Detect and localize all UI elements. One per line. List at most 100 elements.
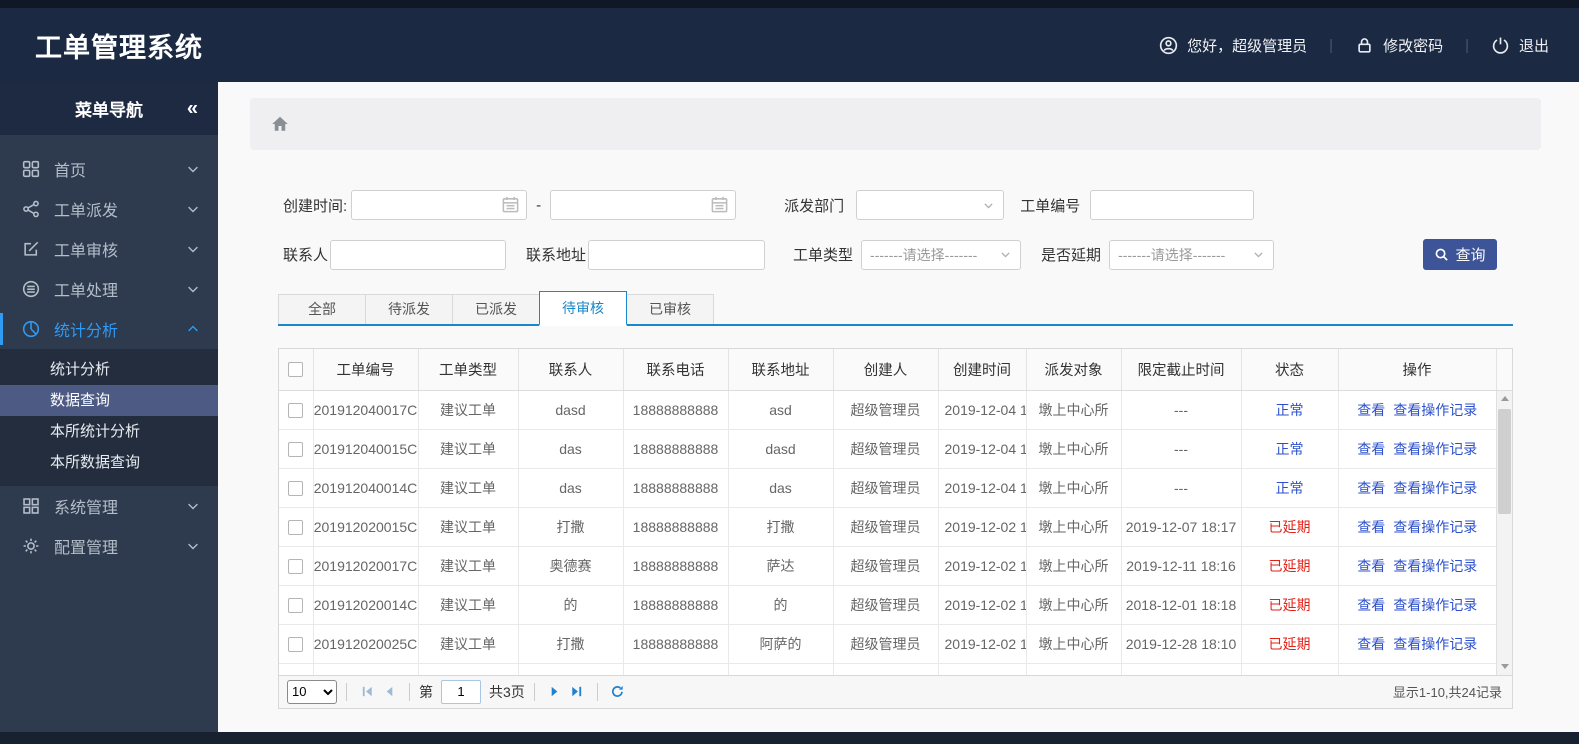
- sidebar-collapse-icon[interactable]: «: [187, 97, 198, 120]
- calendar-icon[interactable]: [710, 195, 729, 214]
- gear-icon: [22, 537, 40, 555]
- col-header: 联系电话: [623, 349, 729, 391]
- header-actions: 您好，超级管理员 | 修改密码 | 退出: [1159, 35, 1549, 56]
- row-checkbox[interactable]: [288, 481, 304, 497]
- view-log-link[interactable]: 查看操作记录: [1393, 597, 1477, 613]
- row-checkbox[interactable]: [288, 598, 304, 614]
- edit-icon: [22, 240, 40, 258]
- sidebar-item-label: 配置管理: [54, 540, 119, 557]
- create-time-end-input[interactable]: [550, 190, 737, 220]
- query-button-label: 查询: [1455, 247, 1486, 264]
- view-link[interactable]: 查看: [1357, 441, 1385, 457]
- select-all-checkbox[interactable]: [288, 361, 304, 377]
- record-summary: 显示1-10,共24记录: [1392, 685, 1502, 700]
- chevron-down-icon: [1252, 248, 1265, 261]
- order-type-select[interactable]: -------请选择-------: [861, 239, 1022, 270]
- first-page-button[interactable]: [356, 681, 378, 703]
- sidebar-item-label: 工单审核: [54, 243, 119, 260]
- view-link[interactable]: 查看: [1357, 636, 1385, 652]
- view-link[interactable]: 查看: [1357, 519, 1385, 535]
- app-title: 工单管理系统: [35, 32, 203, 63]
- order-type-value: -------请选择-------: [870, 246, 978, 263]
- scrollbar-thumb[interactable]: [1498, 408, 1511, 514]
- sidebar-item-statistics[interactable]: 统计分析: [0, 309, 218, 349]
- view-log-link[interactable]: 查看操作记录: [1393, 519, 1477, 535]
- status-badge: 已延期: [1241, 624, 1339, 664]
- dispatch-dept-select[interactable]: [856, 190, 1005, 220]
- user-greeting[interactable]: 您好，超级管理员: [1159, 35, 1307, 56]
- view-log-link[interactable]: 查看操作记录: [1393, 441, 1477, 457]
- next-page-button[interactable]: [544, 681, 566, 703]
- view-log-link[interactable]: 查看操作记录: [1393, 558, 1477, 574]
- sidebar-item-system[interactable]: 系统管理: [0, 486, 218, 526]
- view-log-link[interactable]: 查看操作记录: [1393, 402, 1477, 418]
- home-icon[interactable]: [270, 114, 290, 134]
- cell-order-id: 201912020015C: [313, 507, 419, 547]
- row-checkbox[interactable]: [288, 637, 304, 653]
- create-time-label: 创建时间:: [283, 197, 348, 215]
- tab-dispatched[interactable]: 已派发: [452, 294, 540, 324]
- query-button[interactable]: 查询: [1423, 239, 1497, 270]
- status-badge: 已延期: [1241, 585, 1339, 625]
- status-badge: 正常: [1241, 390, 1339, 430]
- view-log-link[interactable]: 查看操作记录: [1393, 636, 1477, 652]
- modules-icon: [22, 497, 40, 515]
- chevron-down-icon: [186, 202, 200, 216]
- tab-to-dispatch[interactable]: 待派发: [365, 294, 453, 324]
- delay-select[interactable]: -------请选择-------: [1109, 239, 1275, 270]
- page-number-input[interactable]: [441, 679, 481, 704]
- tab-to-review[interactable]: 待审核: [539, 291, 627, 326]
- sidebar-title: 菜单导航 «: [0, 82, 218, 135]
- row-checkbox[interactable]: [288, 403, 304, 419]
- row-checkbox[interactable]: [288, 559, 304, 575]
- view-link[interactable]: 查看: [1357, 402, 1385, 418]
- col-header: 状态: [1241, 349, 1339, 391]
- contact-input[interactable]: [330, 239, 507, 270]
- address-input[interactable]: [588, 239, 766, 270]
- sidebar-item-label: 系统管理: [54, 500, 119, 517]
- table-row: 201912020025C 建议工单 打撒 18888888888 阿萨的 超级…: [279, 624, 1496, 664]
- sidebar-item-review[interactable]: 工单审核: [0, 229, 218, 269]
- row-checkbox[interactable]: [288, 520, 304, 536]
- filter-section: 创建时间: - 派发部门 工单编号 联系人 联系地址 工单类型 -------请…: [250, 190, 1541, 709]
- sidebar-item-dispatch[interactable]: 工单派发: [0, 189, 218, 229]
- change-password-button[interactable]: 修改密码: [1355, 35, 1443, 56]
- order-no-input[interactable]: [1090, 190, 1255, 220]
- cell-order-id: 201912020017C: [313, 546, 419, 586]
- app-window: 工单管理系统 您好，超级管理员 | 修改密码 | 退出 菜单导航 « 首页 工单…: [0, 0, 1579, 744]
- chevron-down-icon: [186, 282, 200, 296]
- view-link[interactable]: 查看: [1357, 558, 1385, 574]
- sidebar-subitem-branch-data-query[interactable]: 本所数据查询: [0, 447, 218, 478]
- sidebar-item-home[interactable]: 首页: [0, 149, 218, 189]
- page-size-select[interactable]: 10: [287, 679, 337, 704]
- sidebar-subitem-data-query[interactable]: 数据查询: [0, 385, 218, 416]
- work-order-table: 工单编号 工单类型 联系人 联系电话 联系地址 创建人 创建时间 派发对象 限定…: [278, 348, 1513, 676]
- sidebar-item-label: 首页: [54, 163, 87, 180]
- last-page-button[interactable]: [566, 681, 588, 703]
- scroll-up-button[interactable]: [1497, 390, 1512, 407]
- table-row: 201912040017C 建议工单 dasd 18888888888 asd …: [279, 390, 1496, 430]
- table-body-grid: 201912040017C 建议工单 dasd 18888888888 asd …: [279, 390, 1496, 675]
- sidebar: 菜单导航 « 首页 工单派发 工单审核 工单处理 统计分析 统计分析 数据查询 …: [0, 82, 218, 732]
- sidebar-subitem-statistics[interactable]: 统计分析: [0, 354, 218, 385]
- logout-button[interactable]: 退出: [1491, 35, 1549, 56]
- row-checkbox[interactable]: [288, 442, 304, 458]
- sidebar-item-config[interactable]: 配置管理: [0, 526, 218, 566]
- select-all-header: [279, 349, 314, 391]
- chevron-down-icon: [186, 162, 200, 176]
- tab-reviewed[interactable]: 已审核: [626, 294, 714, 324]
- sidebar-item-process[interactable]: 工单处理: [0, 269, 218, 309]
- view-log-link[interactable]: 查看操作记录: [1393, 480, 1477, 496]
- view-link[interactable]: 查看: [1357, 597, 1385, 613]
- table-row: 201912040015C 建议工单 das 18888888888 dasd …: [279, 429, 1496, 469]
- scroll-down-button[interactable]: [1497, 658, 1512, 675]
- refresh-button[interactable]: [607, 681, 629, 703]
- view-link[interactable]: 查看: [1357, 480, 1385, 496]
- col-header: 联系地址: [728, 349, 834, 391]
- sidebar-subitem-branch-statistics[interactable]: 本所统计分析: [0, 416, 218, 447]
- prev-page-button[interactable]: [378, 681, 400, 703]
- tab-all[interactable]: 全部: [278, 294, 366, 324]
- delay-value: -------请选择-------: [1118, 246, 1226, 263]
- calendar-icon[interactable]: [501, 195, 520, 214]
- vertical-scrollbar[interactable]: [1496, 390, 1512, 675]
